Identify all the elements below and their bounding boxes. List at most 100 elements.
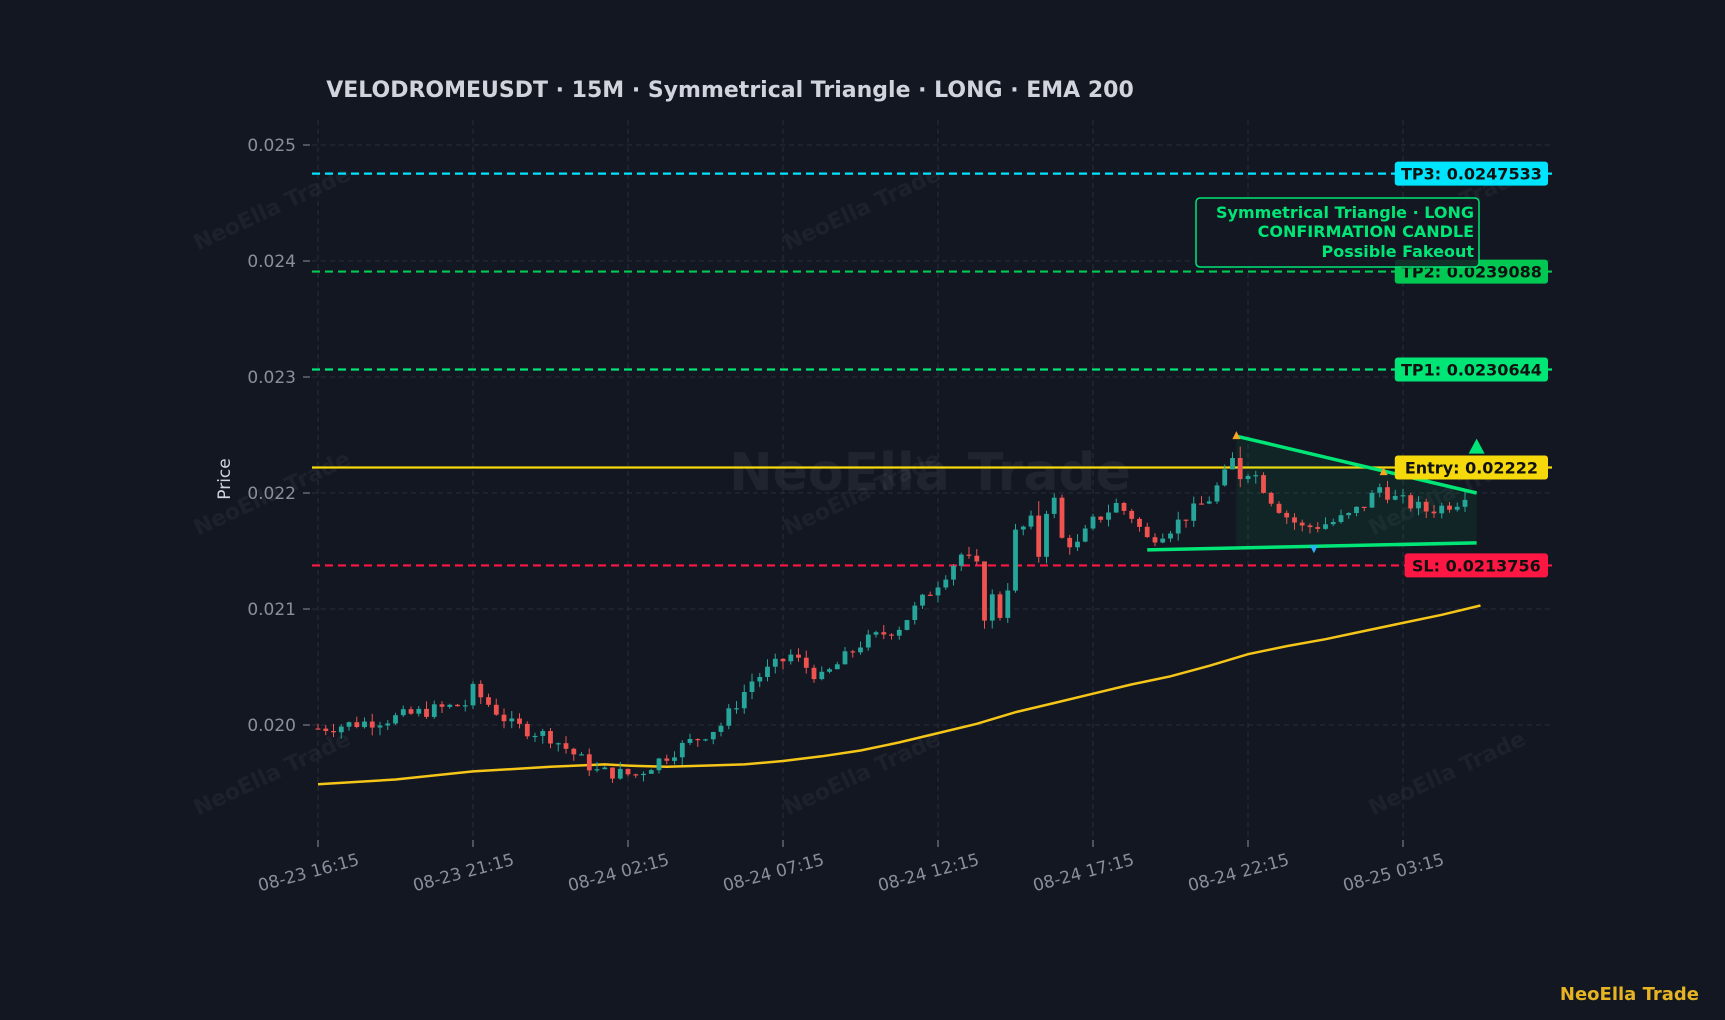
candle-body	[1268, 492, 1274, 504]
candle-body	[1152, 537, 1158, 543]
long-signal-marker	[1468, 438, 1485, 454]
candle-body	[1307, 525, 1313, 528]
candle-body	[1160, 538, 1166, 543]
candle-body	[1447, 505, 1452, 510]
x-tick-label: 08-25 03:15	[1341, 850, 1446, 896]
watermark-small: NeoElla Trade	[190, 162, 355, 257]
candle-body	[943, 579, 949, 588]
candle-body	[532, 735, 538, 738]
candle-body	[1121, 503, 1127, 511]
candle-body	[1462, 499, 1468, 507]
candle-body	[1191, 503, 1197, 521]
candle-body	[1431, 511, 1437, 514]
candle-body	[687, 739, 693, 743]
x-tick-label: 08-24 02:15	[566, 850, 671, 896]
candle-body	[563, 743, 569, 749]
candle-body	[385, 723, 391, 726]
candle-body	[486, 697, 491, 705]
candle-body	[920, 594, 925, 606]
candle-body	[989, 594, 995, 621]
candle-body	[796, 654, 801, 658]
candle-body	[958, 554, 964, 566]
candle-body	[1106, 512, 1111, 520]
candle-body	[1144, 526, 1150, 538]
candle-body	[788, 654, 794, 662]
candle-body	[571, 748, 577, 755]
candle-body	[641, 773, 646, 776]
entry-label: Entry: 0.02222	[1405, 459, 1538, 478]
tp1-label: TP1: 0.0230644	[1401, 361, 1542, 380]
candle-body	[524, 723, 530, 737]
y-tick-label: 0.023	[247, 368, 296, 388]
candle-body	[1276, 503, 1282, 513]
candle-body	[1392, 496, 1398, 500]
candle-body	[780, 658, 786, 662]
candle-body	[470, 683, 476, 706]
candle-body	[1113, 503, 1119, 513]
candle-body	[424, 708, 429, 717]
triangle-pattern	[1147, 431, 1485, 554]
candle-body	[338, 726, 344, 733]
candle-body	[1369, 492, 1375, 508]
candle-body	[315, 728, 321, 730]
candle-body	[741, 692, 747, 709]
annotation-line-1: Symmetrical Triangle · LONG	[1216, 203, 1474, 222]
candle-body	[416, 708, 422, 714]
tp3-label: TP3: 0.0247533	[1401, 165, 1542, 184]
y-axis-label: Price	[215, 458, 235, 499]
candle-body	[431, 704, 437, 717]
candle-body	[757, 677, 763, 682]
candle-body	[1416, 501, 1421, 509]
candle-body	[772, 658, 778, 667]
candle-body	[904, 620, 910, 630]
candle-body	[354, 722, 360, 727]
candle-body	[369, 721, 375, 728]
candle-body	[648, 770, 654, 774]
triangle-fill	[1236, 436, 1477, 548]
candle-body	[982, 561, 987, 621]
candle-body	[1439, 505, 1445, 514]
candle-body	[501, 714, 507, 722]
chart-canvas: NeoElla Trade NeoElla Trade NeoElla Trade N…	[190, 78, 1699, 1005]
candle-body	[1253, 475, 1259, 477]
candle-body	[393, 715, 398, 724]
candle-body	[1292, 517, 1297, 523]
candle-body	[1354, 506, 1359, 513]
candle-body	[447, 704, 453, 707]
x-tick-label: 08-24 12:15	[876, 850, 981, 896]
candle-body	[819, 671, 825, 680]
candle-body	[827, 669, 832, 672]
candle-body	[400, 709, 406, 716]
candle-body	[408, 709, 414, 714]
candle-body	[1330, 522, 1336, 525]
candle-body	[672, 757, 677, 761]
watermark-center: NeoElla Trade	[729, 443, 1131, 503]
candle-body	[1261, 475, 1266, 493]
candle-body	[493, 704, 499, 715]
candle-body	[331, 731, 336, 733]
x-tick-label: 08-23 16:15	[256, 850, 361, 896]
candle-body	[749, 681, 755, 692]
candle-body	[1315, 527, 1321, 529]
candle-body	[323, 728, 329, 731]
candle-body	[664, 758, 670, 761]
candle-body	[726, 708, 732, 726]
candle-body	[1090, 516, 1096, 529]
candle-body	[1423, 501, 1429, 512]
candle-body	[1183, 519, 1189, 521]
candle-body	[1408, 495, 1414, 509]
candle-body	[679, 742, 685, 758]
candle-body	[1036, 515, 1042, 557]
candle-body	[1361, 506, 1367, 508]
candle-body	[1400, 495, 1406, 497]
candle-body	[1044, 513, 1049, 557]
sl-label: SL: 0.0213756	[1412, 556, 1541, 575]
candle-body	[656, 758, 662, 771]
annotation-line-2: CONFIRMATION CANDLE	[1258, 222, 1474, 241]
candle-body	[710, 732, 716, 740]
candle-body	[455, 704, 460, 707]
candle-body	[1175, 519, 1181, 534]
candle-body	[610, 767, 615, 779]
candle-body	[811, 667, 817, 680]
candle-body	[1005, 590, 1011, 618]
